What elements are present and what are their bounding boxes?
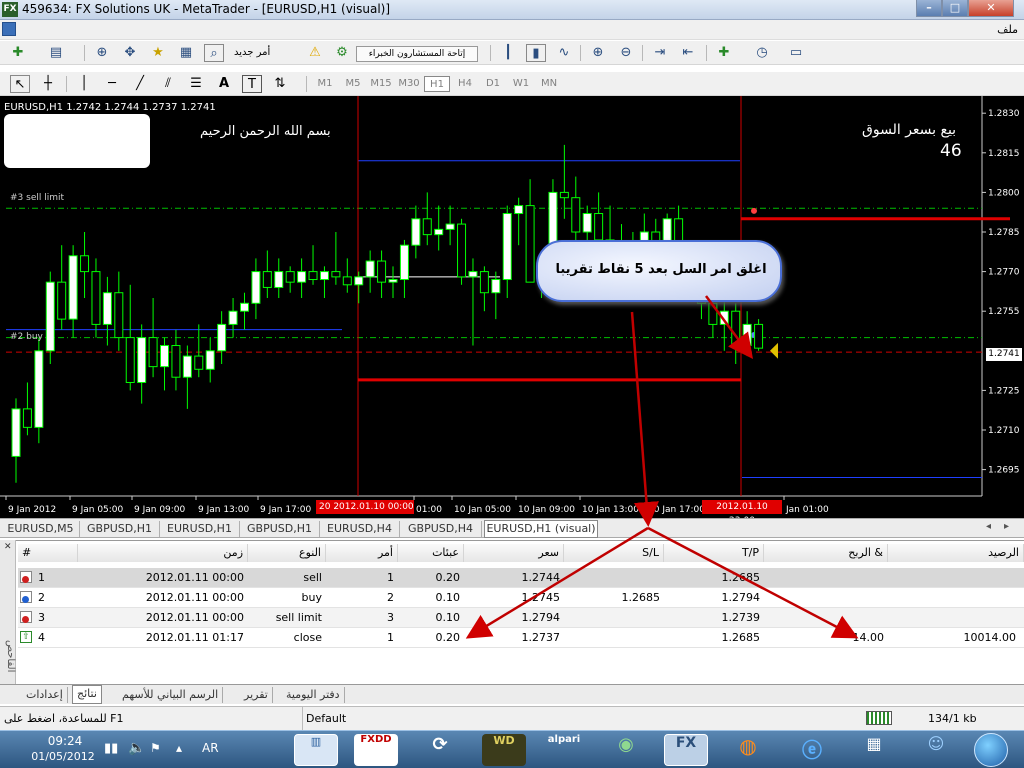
taskbar-app-ie[interactable]: ⓔ xyxy=(790,734,834,766)
arrow-to-profit xyxy=(647,526,859,639)
status-traffic: 134/1 kb xyxy=(928,712,977,725)
status-bar: للمساعدة، اضغط على F1 Default 134/1 kb xyxy=(0,706,1024,731)
taskbar-app-calculator[interactable]: ▦ xyxy=(852,734,896,766)
taskbar-app-sync[interactable]: ⟳ xyxy=(418,734,462,766)
connection-icon xyxy=(866,711,892,725)
taskbar-app-explorer[interactable]: ▥ xyxy=(294,734,338,766)
language-indicator[interactable]: AR xyxy=(202,741,219,755)
arrow-to-candle xyxy=(704,295,753,360)
volume-icon[interactable]: 🔈 xyxy=(128,740,145,756)
tab-settings[interactable]: إعدادات xyxy=(22,687,68,703)
start-button[interactable] xyxy=(974,733,1008,767)
network-icon[interactable]: ▮▮ xyxy=(104,741,118,756)
show-hidden-icon[interactable]: ▴ xyxy=(176,741,182,755)
taskbar-app-fxdd[interactable]: FXDD xyxy=(354,734,398,766)
status-profile: Default xyxy=(306,712,347,725)
action-center-icon[interactable]: ⚑ xyxy=(150,741,161,755)
taskbar-app-users[interactable]: ☺ xyxy=(914,734,958,766)
annotation-arrows xyxy=(465,295,859,639)
taskbar-app-wd[interactable]: WD xyxy=(482,734,526,766)
taskbar-app-firefox[interactable]: ◍ xyxy=(726,734,770,766)
arrow-to-lots xyxy=(465,526,649,639)
clock-date: 01/05/2012 xyxy=(31,750,95,763)
taskbar-app-globe[interactable]: ◉ xyxy=(604,734,648,766)
tab-report[interactable]: تقرير xyxy=(240,687,273,703)
tester-tabs: إعدادات نتائج الرسم البياني للأسهم تقرير… xyxy=(0,684,1024,704)
arrow-down xyxy=(630,311,659,527)
tab-results[interactable]: نتائج xyxy=(72,685,102,704)
tab-journal[interactable]: دفتر اليومية xyxy=(282,687,345,703)
taskbar: 09:24 01/05/2012 ▮▮ 🔈 ⚑ ▴ AR ▥ FXDD ⟳ WD… xyxy=(0,730,1024,768)
tab-graph[interactable]: الرسم البياني للأسهم xyxy=(118,687,224,703)
status-help: للمساعدة، اضغط على F1 xyxy=(4,712,124,725)
taskbar-app-fx[interactable]: FX xyxy=(664,734,708,766)
taskbar-app-alpari[interactable]: alpari xyxy=(542,734,586,766)
clock-time: 09:24 xyxy=(47,734,83,748)
